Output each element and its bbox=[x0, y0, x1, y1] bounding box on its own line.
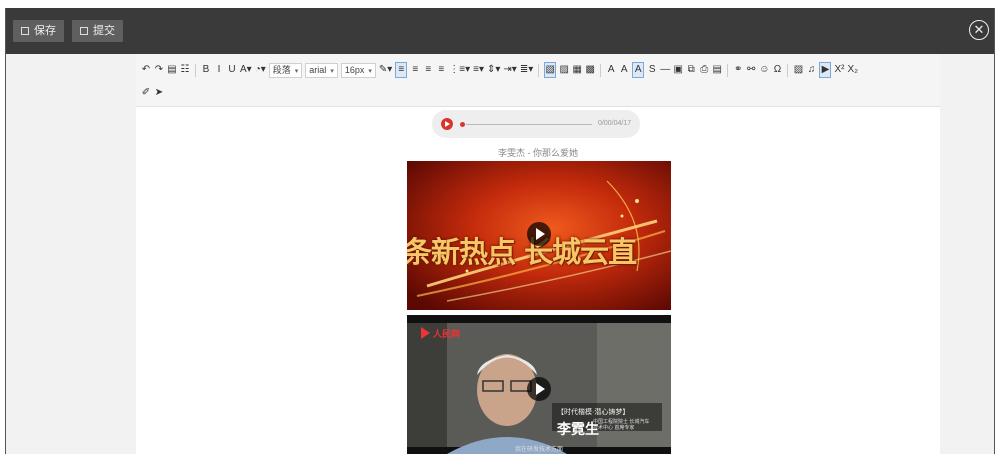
video1-play-icon[interactable] bbox=[527, 222, 551, 246]
toolbar-separator bbox=[195, 63, 196, 77]
border-a-icon[interactable]: A bbox=[632, 62, 645, 78]
underline-icon[interactable]: U bbox=[227, 63, 237, 77]
float-right-icon[interactable]: ▨ bbox=[559, 63, 569, 77]
align-right-icon[interactable]: ≡ bbox=[423, 63, 433, 77]
toolbar-row-1: ↶ ↷ ▤ ☷ B I U A▾ ◔▾ 段落 ▾ arial ▾ 16px ▾ ✎▾ ≡ ≡ ≡ ≡ ⋮≡▾ ≡▾ ⇕▾ ⇥▾… bbox=[141, 61, 858, 79]
template-icon[interactable]: ▤ bbox=[712, 63, 722, 77]
horizontal-rule-icon[interactable]: — bbox=[660, 63, 670, 77]
brush-icon[interactable]: ✐ bbox=[141, 86, 151, 100]
submit-label: 提交 bbox=[93, 25, 115, 37]
undo-icon[interactable]: ↶ bbox=[141, 63, 151, 77]
toolbar-separator bbox=[787, 63, 789, 77]
video1-overlay-text: 条新热点 长城云直 bbox=[407, 235, 637, 269]
bold-icon[interactable]: B bbox=[201, 63, 211, 77]
align-center-icon[interactable]: ≡ bbox=[410, 63, 420, 77]
font-family-select-value: arial bbox=[309, 64, 327, 75]
dialog-frame: 保存 提交 ✕ ↶ ↷ ▤ ☷ B I U A▾ ◔▾ 段落 ▾ arial ▾ 16px ▾ ✎▾ ≡ ≡ ≡ ≡ ⋮… bbox=[5, 8, 995, 454]
toolbar-separator bbox=[538, 63, 540, 77]
font-color-icon[interactable]: A▾ bbox=[240, 63, 252, 77]
send-icon[interactable]: ➤ bbox=[154, 86, 164, 100]
format-painter-icon[interactable]: ☷ bbox=[180, 63, 190, 77]
audio-play-icon[interactable] bbox=[441, 118, 453, 130]
video2-subtitle: 我在研发技术方面 bbox=[514, 447, 563, 453]
save-icon bbox=[21, 27, 29, 35]
align-justify-icon[interactable]: ≡ bbox=[436, 63, 446, 77]
dialog-topbar: 保存 提交 ✕ bbox=[6, 8, 994, 54]
close-button[interactable]: ✕ bbox=[969, 20, 989, 40]
float-left-icon[interactable]: ▧ bbox=[544, 62, 557, 78]
highlight-color-icon[interactable]: ◔▾ bbox=[255, 63, 266, 77]
chevron-down-icon: ▾ bbox=[294, 67, 299, 75]
font-size-select[interactable]: 16px ▾ bbox=[340, 62, 376, 78]
paragraph-select-value: 段落 bbox=[272, 64, 291, 75]
audio-progress-track[interactable] bbox=[466, 124, 592, 125]
video2-logo-icon bbox=[421, 327, 430, 339]
preview-icon[interactable]: ⧉ bbox=[686, 63, 696, 77]
toolbar-row-2: ✐ ➤ bbox=[141, 84, 164, 102]
emoji-icon[interactable]: ☺ bbox=[759, 63, 769, 77]
html-source-icon[interactable]: ▤ bbox=[167, 63, 177, 77]
font-size-select-value: 16px bbox=[344, 64, 365, 75]
toolbar-separator bbox=[727, 63, 729, 77]
superscript-a-icon[interactable]: A bbox=[606, 63, 616, 77]
unordered-list-icon[interactable]: ≡▾ bbox=[473, 63, 484, 77]
paragraph-select[interactable]: 段落 ▾ bbox=[268, 62, 303, 78]
editor-toolbar: ↶ ↷ ▤ ☷ B I U A▾ ◔▾ 段落 ▾ arial ▾ 16px ▾ ✎▾ ≡ ≡ ≡ ≡ ⋮≡▾ ≡▾ ⇕▾ ⇥▾… bbox=[136, 54, 940, 107]
font-family-select[interactable]: arial ▾ bbox=[305, 62, 338, 78]
audio-caption: 李雯杰 - 你那么爱她 bbox=[498, 148, 578, 158]
chevron-down-icon: ▾ bbox=[330, 67, 334, 75]
video2-tag-text: 【时代楷模·潜心铸梦】 bbox=[557, 409, 630, 416]
video-icon[interactable]: ▶ bbox=[819, 62, 832, 78]
audio-player[interactable]: 0/00/04/17 bbox=[432, 110, 640, 138]
special-char-icon[interactable]: Ω bbox=[772, 63, 782, 77]
italic-icon[interactable]: I bbox=[214, 63, 224, 77]
audio-time: 0/00/04/17 bbox=[598, 120, 632, 127]
chevron-down-icon: ▾ bbox=[368, 67, 372, 75]
save-label: 保存 bbox=[34, 25, 56, 37]
video-player-2[interactable]: 人民网 【时代楷模·潜心铸梦】 李霓生 中国工程院院士 长城汽车 技术中心 首席… bbox=[407, 315, 671, 454]
align-left-icon[interactable]: ≡ bbox=[395, 62, 408, 78]
line-height-icon[interactable]: ⇕▾ bbox=[487, 63, 500, 77]
video2-play-icon[interactable] bbox=[527, 377, 551, 401]
video2-sub-text: 中国工程院院士 长城汽车 技术中心 首席专家 bbox=[593, 419, 650, 431]
submit-button[interactable]: 提交 bbox=[72, 20, 123, 42]
music-icon[interactable]: ♫ bbox=[806, 63, 816, 77]
unlink-icon[interactable]: ⚯ bbox=[746, 63, 756, 77]
image-icon[interactable]: ▨ bbox=[793, 63, 803, 77]
video2-logo: 人民网 bbox=[421, 327, 460, 340]
subscript-a-icon[interactable]: A bbox=[619, 63, 629, 77]
print-icon[interactable]: ⎙ bbox=[699, 63, 709, 77]
float-none-icon[interactable]: ▦ bbox=[572, 63, 582, 77]
subscript-icon[interactable]: X₂ bbox=[847, 63, 858, 77]
submit-icon bbox=[80, 27, 88, 35]
center-block-icon[interactable]: ▩ bbox=[585, 63, 595, 77]
superscript-icon[interactable]: X² bbox=[834, 63, 844, 77]
save-button[interactable]: 保存 bbox=[13, 20, 64, 42]
paste-text-icon[interactable]: ▣ bbox=[673, 63, 683, 77]
indent-icon[interactable]: ⇥▾ bbox=[503, 63, 516, 77]
eraser-icon[interactable]: ✎▾ bbox=[379, 63, 392, 77]
rich-text-editor[interactable]: ↶ ↷ ▤ ☷ B I U A▾ ◔▾ 段落 ▾ arial ▾ 16px ▾ ✎▾ ≡ ≡ ≡ ≡ ⋮≡▾ ≡▾ ⇕▾ ⇥▾… bbox=[136, 54, 940, 454]
spacing-icon[interactable]: ≣▾ bbox=[520, 63, 533, 77]
ordered-list-icon[interactable]: ⋮≡▾ bbox=[449, 63, 470, 77]
redo-icon[interactable]: ↷ bbox=[154, 63, 164, 77]
toolbar-separator bbox=[600, 63, 602, 77]
strike-icon[interactable]: S bbox=[647, 63, 657, 77]
video-player-1[interactable]: 条新热点 长城云直 bbox=[407, 161, 671, 310]
video2-logo-text: 人民网 bbox=[433, 329, 461, 339]
link-icon[interactable]: ⚭ bbox=[733, 63, 743, 77]
audio-progress-handle[interactable] bbox=[460, 122, 465, 127]
close-icon: ✕ bbox=[973, 22, 985, 37]
